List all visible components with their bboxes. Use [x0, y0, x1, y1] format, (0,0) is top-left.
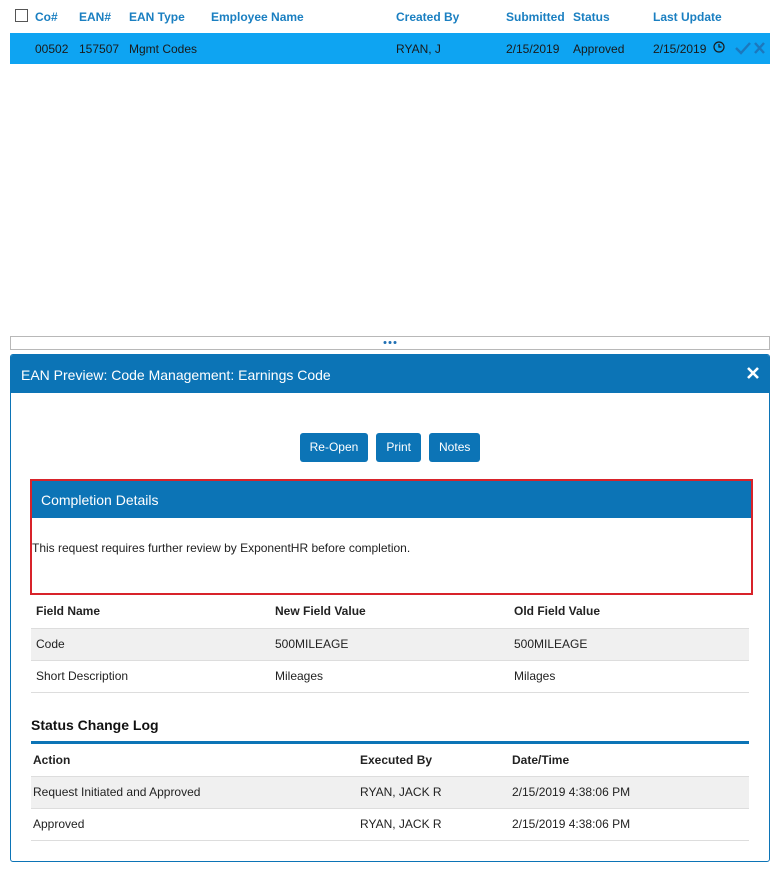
ean-preview-panel: EAN Preview: Code Management: Earnings C… — [10, 354, 770, 862]
completion-details-header: Completion Details — [32, 481, 751, 518]
check-icon[interactable] — [735, 41, 751, 55]
column-header-executed-by: Executed By — [358, 744, 510, 777]
completion-details-box: Completion Details This request requires… — [30, 479, 753, 595]
column-header-created-by[interactable]: Created By — [396, 10, 459, 24]
table-row: Request Initiated and Approved RYAN, JAC… — [31, 776, 749, 809]
cell-co: 00502 — [35, 42, 69, 56]
completion-details-title: Completion Details — [41, 492, 159, 508]
table-row: Approved RYAN, JACK R 2/15/2019 4:38:06 … — [31, 808, 749, 841]
cell-new-value: 500MILEAGE — [270, 628, 509, 661]
cell-old-value: 500MILEAGE — [509, 628, 749, 661]
column-header-new-value: New Field Value — [270, 594, 509, 629]
pane-splitter[interactable] — [10, 336, 770, 350]
table-row: Code 500MILEAGE 500MILEAGE — [31, 628, 749, 661]
column-header-old-value: Old Field Value — [509, 594, 749, 629]
cell-action: Approved — [31, 808, 358, 841]
cell-date-time: 2/15/2019 4:38:06 PM — [510, 776, 749, 809]
completion-details-text: This request requires further review by … — [32, 541, 411, 555]
panel-title: EAN Preview: Code Management: Earnings C… — [21, 367, 331, 383]
column-header-action: Action — [31, 744, 358, 777]
column-header-ean[interactable]: EAN# — [79, 10, 111, 24]
ean-grid: Co# EAN# EAN Type Employee Name Created … — [10, 0, 770, 64]
column-header-last-update[interactable]: Last Update — [653, 10, 722, 24]
status-change-log-table: Action Executed By Date/Time Request Ini… — [31, 744, 749, 841]
cell-executed-by: RYAN, JACK R — [358, 808, 510, 841]
clock-icon[interactable] — [713, 41, 725, 56]
cell-action: Request Initiated and Approved — [31, 776, 358, 809]
action-buttons: Re-Open Print Notes — [11, 433, 769, 462]
status-change-log-title: Status Change Log — [31, 717, 159, 733]
cell-old-value: Milages — [509, 660, 749, 693]
table-header-row: Field Name New Field Value Old Field Val… — [31, 594, 749, 629]
cell-created-by: RYAN, J — [396, 42, 441, 56]
ellipsis-icon — [383, 341, 397, 344]
close-icon[interactable] — [746, 366, 760, 380]
column-header-date-time: Date/Time — [510, 744, 749, 777]
column-header-co[interactable]: Co# — [35, 10, 58, 24]
cell-executed-by: RYAN, JACK R — [358, 776, 510, 809]
cell-date-time: 2/15/2019 4:38:06 PM — [510, 808, 749, 841]
column-header-submitted[interactable]: Submitted — [506, 10, 565, 24]
column-header-status[interactable]: Status — [573, 10, 610, 24]
reopen-button[interactable]: Re-Open — [299, 433, 369, 462]
x-icon[interactable] — [753, 41, 766, 55]
select-all-checkbox[interactable] — [15, 9, 28, 22]
column-header-field-name: Field Name — [31, 594, 270, 629]
notes-button[interactable]: Notes — [429, 433, 481, 462]
field-changes-table: Field Name New Field Value Old Field Val… — [31, 594, 749, 693]
cell-field-name: Code — [31, 628, 270, 661]
row-actions — [735, 41, 766, 55]
column-header-ean-type[interactable]: EAN Type — [129, 10, 185, 24]
grid-header-row: Co# EAN# EAN Type Employee Name Created … — [10, 0, 770, 33]
cell-new-value: Mileages — [270, 660, 509, 693]
table-row-selected[interactable]: 00502 157507 Mgmt Codes RYAN, J 2/15/201… — [10, 33, 770, 64]
column-header-employee-name[interactable]: Employee Name — [211, 10, 304, 24]
cell-field-name: Short Description — [31, 660, 270, 693]
cell-submitted: 2/15/2019 — [506, 42, 560, 56]
cell-ean: 157507 — [79, 42, 120, 56]
print-button[interactable]: Print — [376, 433, 422, 462]
table-header-row: Action Executed By Date/Time — [31, 744, 749, 777]
table-row: Short Description Mileages Milages — [31, 660, 749, 693]
panel-header: EAN Preview: Code Management: Earnings C… — [11, 355, 769, 393]
cell-status: Approved — [573, 42, 625, 56]
cell-last-update: 2/15/2019 — [653, 42, 707, 56]
cell-ean-type: Mgmt Codes — [129, 42, 198, 56]
